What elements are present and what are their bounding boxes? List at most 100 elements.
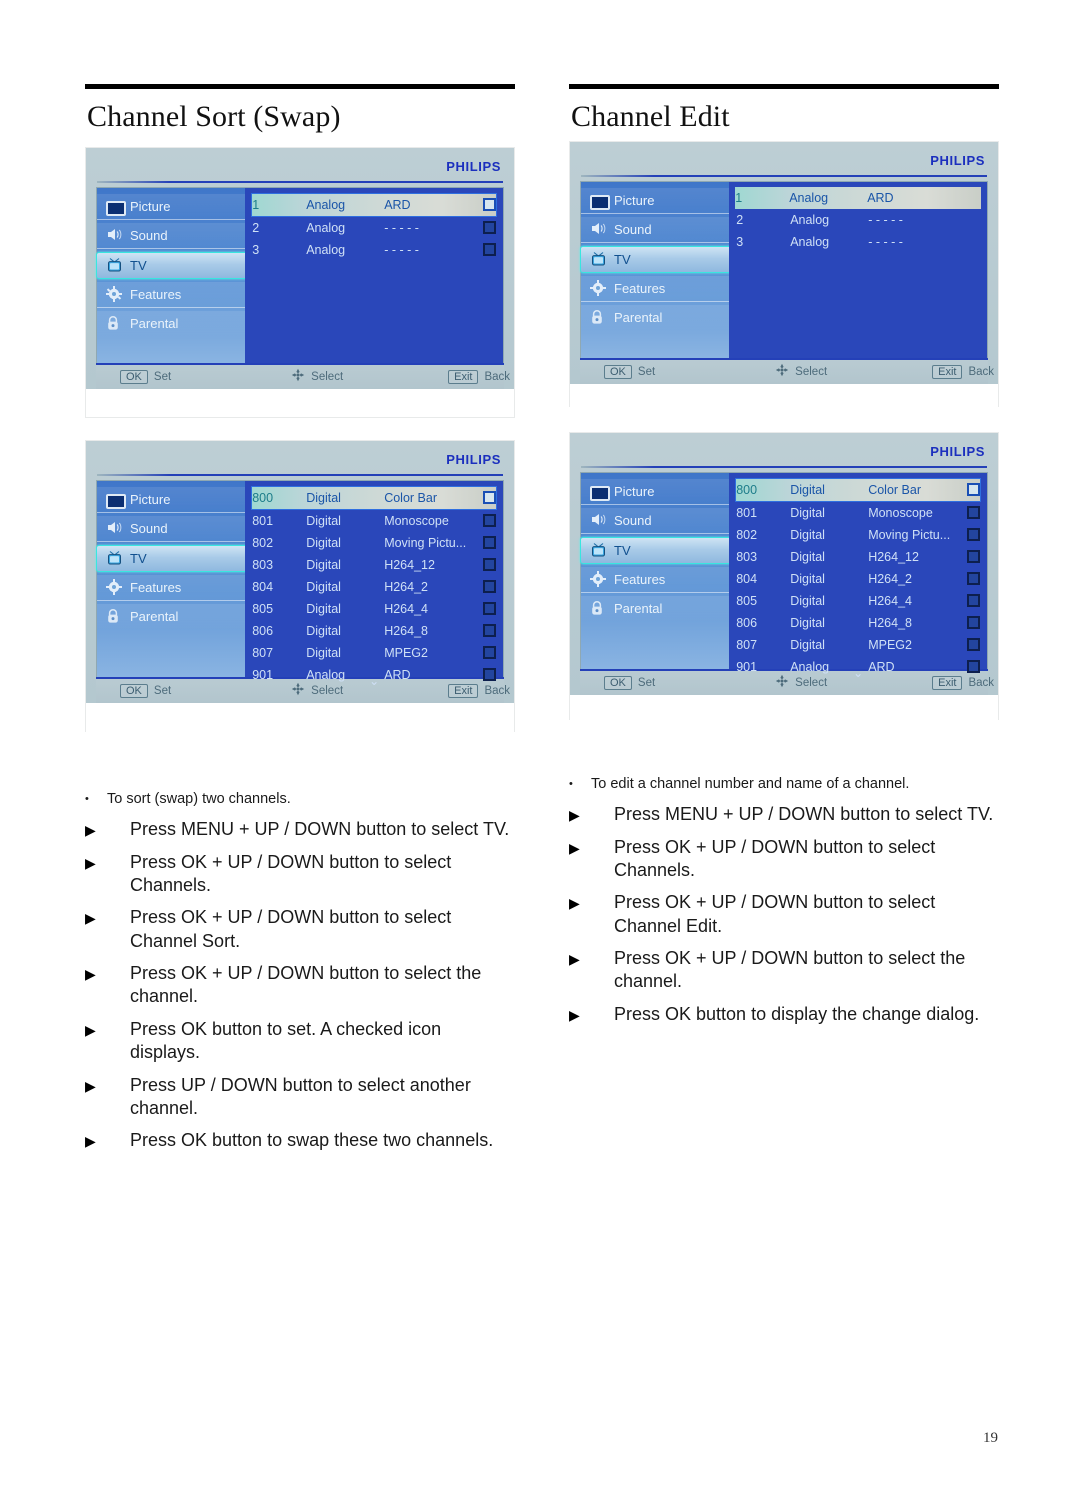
channel-checkbox[interactable] [483,514,496,528]
sidebar-item-tv[interactable]: TV [96,544,252,572]
exit-key[interactable]: Exit [932,364,963,379]
channel-row[interactable]: 802 Digital Moving Pictu... [252,532,496,554]
channel-row[interactable]: 801 Digital Monoscope [736,502,980,524]
sidebar-item-parental[interactable]: Parental [97,310,246,337]
screenshot-left-top: PHILIPS Picture Sound TV Features Parent… [85,146,515,418]
channel-checkbox[interactable] [483,624,496,638]
channel-row[interactable]: 1 Analog ARD [251,192,497,217]
hint-exit-back: Exit Back [932,675,994,690]
step-text: Press OK + UP / DOWN button to select th… [614,948,966,992]
sidebar-item-parental[interactable]: Parental [581,304,730,331]
channel-checkbox[interactable] [967,616,980,630]
channel-row[interactable]: 805 Digital H264_4 [736,590,980,612]
osd-header: PHILIPS [96,154,504,181]
page-title-left: Channel Sort (Swap) [87,100,341,133]
channel-row[interactable]: 805 Digital H264_4 [252,598,496,620]
channel-row[interactable]: 800 Digital Color Bar [735,477,981,502]
channel-row[interactable]: 804 Digital H264_2 [252,576,496,598]
sidebar-item-tv[interactable]: TV [96,251,252,279]
channel-checkbox[interactable] [483,491,496,505]
channel-row[interactable]: 803 Digital H264_12 [736,546,980,568]
sidebar-item-sound[interactable]: Sound [97,222,246,249]
channel-checkbox[interactable] [483,646,496,660]
sidebar-item-tv[interactable]: TV [580,245,736,273]
channel-checkbox[interactable] [967,528,980,542]
sidebar-item-picture[interactable]: Picture [581,478,730,505]
sidebar-item-label: Features [130,286,182,302]
select-label: Select [311,370,344,383]
exit-key[interactable]: Exit [932,675,963,690]
channel-row[interactable]: 802 Digital Moving Pictu... [736,524,980,546]
osd-body: Picture Sound [96,186,504,363]
channel-checkbox[interactable] [967,594,980,608]
channel-name: Moving Pictu... [384,535,467,550]
channel-number: 804 [252,579,274,594]
channel-row[interactable]: 803 Digital H264_12 [252,554,496,576]
channel-row[interactable]: 806 Digital H264_8 [736,612,980,634]
channel-checkbox[interactable] [483,198,496,212]
channel-checkbox[interactable] [483,668,496,682]
channel-checkbox[interactable] [967,550,980,564]
sidebar-item-label: Parental [130,609,179,625]
exit-key[interactable]: Exit [448,369,479,384]
channel-checkbox[interactable] [483,536,496,550]
sidebar-item-label: TV [130,550,147,566]
ok-key[interactable]: OK [120,683,148,698]
page-title-right: Channel Edit [571,100,730,133]
philips-logo: PHILIPS [930,443,985,459]
channel-row[interactable]: 2 Analog - - - - - [252,217,496,239]
channel-checkbox[interactable] [967,660,980,674]
ok-key[interactable]: OK [604,675,632,690]
channel-checkbox[interactable] [967,483,980,497]
exit-key[interactable]: Exit [448,683,479,698]
channel-row[interactable]: 3 Analog - - - - - [736,231,980,253]
channel-row[interactable]: 806 Digital H264_8 [252,620,496,642]
channel-checkbox[interactable] [483,558,496,572]
channel-checkbox[interactable] [967,506,980,520]
ok-label: Set [153,684,172,697]
channel-row[interactable]: 807 Digital MPEG2 [252,642,496,664]
channel-row[interactable]: 800 Digital Color Bar [251,485,497,510]
sidebar-item-label: Sound [614,512,652,528]
sidebar-item-features[interactable]: Features [581,566,730,593]
channel-row[interactable]: 801 Digital Monoscope [252,510,496,532]
screenshot-left-bottom: PHILIPS Picture Sound TV Features Parent… [85,439,515,733]
channel-type: Analog [790,659,830,674]
step-text: Press MENU + UP / DOWN button to select … [614,804,994,825]
ok-key[interactable]: OK [120,369,148,384]
sidebar-item-features[interactable]: Features [581,275,730,302]
sidebar-item-picture[interactable]: Picture [97,486,246,513]
channel-list-left-top: 1 Analog ARD 2 Analog - - - - - 3 Analog… [245,187,503,363]
sidebar-item-features[interactable]: Features [97,281,246,308]
sidebar-item-picture[interactable]: Picture [581,187,730,214]
ok-key[interactable]: OK [604,364,632,379]
channel-row[interactable]: 901 Analog ARD [252,664,496,686]
sidebar-item-picture[interactable]: Picture [97,193,246,220]
gear-icon [590,570,607,588]
channel-list-right-bottom: 800 Digital Color Bar 801 Digital Monosc… [729,472,987,679]
channel-row[interactable]: 3 Analog - - - - - [252,239,496,261]
tv-bezel-bottom [570,694,998,725]
channel-checkbox[interactable] [483,580,496,594]
sidebar-item-parental[interactable]: Parental [97,603,246,630]
channel-checkbox[interactable] [967,638,980,652]
channel-checkbox[interactable] [483,221,496,235]
channel-row[interactable]: 804 Digital H264_2 [736,568,980,590]
sidebar-item-tv[interactable]: TV [580,536,736,564]
channel-checkbox[interactable] [967,572,980,586]
sidebar-item-sound[interactable]: Sound [581,216,730,243]
arrow-icon: ▶ [85,910,96,927]
step-text: Press OK + UP / DOWN button to select Ch… [130,907,452,951]
channel-row[interactable]: 901 Analog ARD [736,656,980,678]
sidebar-item-sound[interactable]: Sound [97,515,246,542]
channel-name: Moving Pictu... [868,527,951,542]
channel-checkbox[interactable] [483,243,496,257]
sidebar-item-features[interactable]: Features [97,574,246,601]
channel-row[interactable]: 2 Analog - - - - - [736,209,980,231]
channel-row[interactable]: 1 Analog ARD [735,186,981,209]
sidebar-item-sound[interactable]: Sound [581,507,730,534]
channel-row[interactable]: 807 Digital MPEG2 [736,634,980,656]
channel-checkbox[interactable] [483,602,496,616]
channel-type: Analog [306,242,346,257]
sidebar-item-parental[interactable]: Parental [581,595,730,622]
